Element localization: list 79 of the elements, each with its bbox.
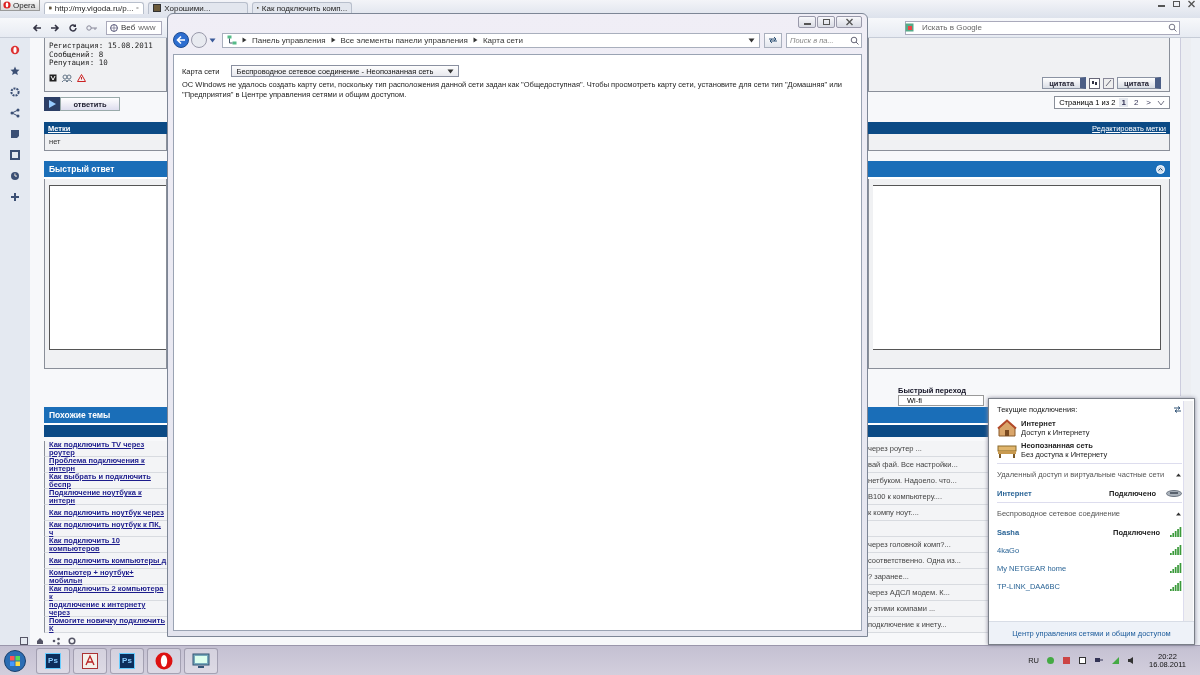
chevron-up-icon[interactable] [1175,472,1182,477]
gear-icon[interactable] [10,87,20,97]
reply-field[interactable] [49,185,166,350]
back-icon[interactable] [173,32,189,48]
signal-bars-icon [1170,545,1182,555]
breadcrumb[interactable]: Панель управления [252,35,326,45]
logo-icon[interactable] [10,45,20,55]
network-tray-icon[interactable] [1094,656,1104,665]
page-link[interactable]: 2 [1131,98,1141,107]
section-title: Похожие темы [49,410,111,420]
refresh-button[interactable] [764,32,782,48]
play-icon[interactable] [44,97,60,111]
house-icon [997,419,1017,437]
address-field[interactable]: Веб www [106,20,162,35]
network-icon [227,35,237,45]
search-icon[interactable] [850,35,859,45]
next-page-link[interactable]: > [1144,98,1153,107]
back-icon[interactable] [32,22,42,33]
collapse-icon[interactable] [1156,164,1165,174]
caret-icon[interactable] [447,68,455,74]
search-icon[interactable] [1168,22,1177,32]
signal-bars-icon [1170,581,1182,591]
scrollbar[interactable] [1180,38,1191,396]
gear-icon[interactable] [68,637,76,645]
close-icon[interactable] [1187,0,1196,8]
arrows-icon[interactable] [10,150,20,160]
note-icon[interactable] [10,129,20,139]
browser-tab[interactable]: Как подключить комп... [252,2,353,14]
taskbar-app[interactable]: Ps [36,647,70,674]
search-field[interactable]: Искать в Google [905,20,1180,35]
reply-field[interactable] [873,185,1161,350]
logo-icon [155,651,173,670]
taskbar-app[interactable]: Ps [110,647,144,674]
scrollbar[interactable] [1183,401,1193,621]
browser-tab[interactable]: Хорошими... [148,2,249,14]
section-title: Быстрый ответ [49,164,115,174]
monitor-icon [192,652,210,669]
menu-button[interactable]: Opera [0,0,41,11]
signal-bars-icon [1170,563,1182,573]
warning-icon[interactable] [77,73,86,82]
taskbar-app[interactable] [73,647,107,674]
browser-tab[interactable]: http://my.vigoda.ru/p... [44,2,145,14]
chevron-up-icon[interactable] [1175,511,1182,516]
modem-icon [1166,489,1182,497]
chevron-icon[interactable] [330,37,336,43]
page-link[interactable]: 1 [1119,98,1128,107]
start-button-icon[interactable] [4,649,26,672]
maximize-icon[interactable] [1172,0,1181,8]
multi-quote-icon[interactable] [1089,78,1101,89]
star-icon[interactable] [10,66,20,76]
speaker-icon[interactable] [1127,656,1136,665]
minimize-button[interactable] [798,16,816,28]
refresh-icon[interactable] [1173,406,1182,413]
maximize-button[interactable] [817,16,835,28]
refresh-icon [768,36,778,44]
forward-icon[interactable] [50,22,60,33]
clock-icon[interactable] [10,171,20,181]
chevron-icon[interactable] [242,37,247,43]
panel-icon[interactable] [20,637,28,645]
chevron-icon[interactable] [472,37,478,43]
people-icon[interactable] [62,73,72,82]
share-icon[interactable] [52,637,60,645]
plus-icon[interactable] [10,192,20,202]
engine-icon [905,22,915,32]
share-icon[interactable] [10,108,20,118]
document-icon [82,652,98,669]
taskbar-app[interactable] [147,647,181,674]
close-icon[interactable] [844,18,854,26]
signal-bars-icon [1170,527,1182,537]
taskbar-app[interactable] [184,647,218,674]
address-bar[interactable]: Панель управления Все элементы панели управления Карта сети [222,32,760,48]
globe-icon [110,23,118,32]
maximize-icon[interactable] [821,18,831,26]
breadcrumb[interactable]: Карта сети [482,35,523,45]
close-button[interactable] [836,16,862,28]
badge-icon[interactable] [49,73,57,82]
logo-icon [3,1,11,9]
reload-icon[interactable] [68,22,78,33]
breadcrumb[interactable]: Все элементы панели управления [340,35,468,45]
